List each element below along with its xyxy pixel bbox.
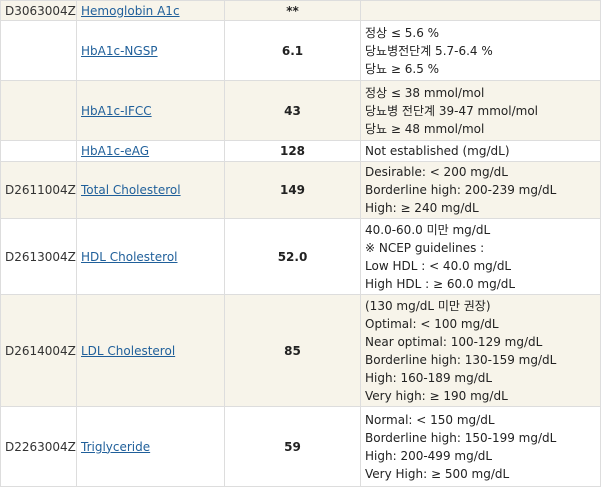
reference-line: Low HDL : < 40.0 mg/dL <box>365 258 512 273</box>
reference-line: 당뇨병 전단계 39-47 mmol/mol <box>365 103 539 118</box>
test-name-cell: HbA1c-eAG <box>76 140 225 162</box>
test-code-cell <box>0 80 77 141</box>
test-name-cell: Hemoglobin A1c <box>76 0 225 21</box>
reference-line: High: 160-189 mg/dL <box>365 370 493 385</box>
reference-line: ※ NCEP guidelines : <box>365 240 485 255</box>
reference-line: Optimal: < 100 mg/dL <box>365 316 499 331</box>
table-row: HbA1c-eAG 128 Not established (mg/dL) <box>0 140 601 162</box>
reference-line: 정상 ≤ 5.6 % <box>365 25 440 40</box>
reference-line: High: 200-499 mg/dL <box>365 448 493 463</box>
test-name-cell: LDL Cholesterol <box>76 294 225 407</box>
reference-line: 당뇨 ≥ 6.5 % <box>365 61 440 76</box>
reference-line: Borderline high: 150-199 mg/dL <box>365 430 557 445</box>
test-name-link[interactable]: Hemoglobin A1c <box>81 4 180 18</box>
reference-line: Very High: ≥ 500 mg/dL <box>365 466 510 481</box>
test-name-cell: Triglyceride <box>76 406 225 487</box>
reference-range-cell: 정상 ≤ 38 mmol/mol 당뇨병 전단계 39-47 mmol/mol 당뇨… <box>360 80 601 141</box>
reference-range-cell: Normal: < 150 mg/dL Borderline high: 150-… <box>360 406 601 487</box>
result-value-cell: 52.0 <box>224 218 361 295</box>
table-row: D2263004Z Triglyceride 59 Normal: < 150 mg/… <box>0 406 601 487</box>
test-name-link[interactable]: HbA1c-NGSP <box>81 44 158 58</box>
reference-line: High: ≥ 240 mg/dL <box>365 201 479 215</box>
result-value-cell: 149 <box>224 161 361 219</box>
test-code-cell <box>0 20 77 81</box>
reference-line: 40.0-60.0 미만 mg/dL <box>365 222 491 237</box>
test-code-cell <box>0 140 77 162</box>
reference-range-cell: 정상 ≤ 5.6 % 당뇨병전단계 5.7-6.4 % 당뇨 ≥ 6.5 % <box>360 20 601 81</box>
lab-results-table: D3063004Z Hemoglobin A1c ** HbA1c-NGSP 6.1 정상… <box>0 0 601 487</box>
reference-range-cell: 40.0-60.0 미만 mg/dL ※ NCEP guidelines : Low… <box>360 218 601 295</box>
lab-results-body: D3063004Z Hemoglobin A1c ** HbA1c-NGSP 6.1 정상… <box>0 0 601 487</box>
reference-range-cell: Desirable: < 200 mg/dL Borderline high: 2… <box>360 161 601 219</box>
reference-range-cell: (130 mg/dL 미만 권장) Optimal: < 100 mg/dL Nea… <box>360 294 601 407</box>
reference-range-cell: Not established (mg/dL) <box>360 140 601 162</box>
reference-range-cell <box>360 0 601 21</box>
reference-line: 당뇨 ≥ 48 mmol/mol <box>365 121 485 136</box>
test-name-link[interactable]: HbA1c-eAG <box>81 144 149 158</box>
reference-line: Borderline high: 130-159 mg/dL <box>365 352 557 367</box>
reference-line: Borderline high: 200-239 mg/dL <box>365 183 557 197</box>
result-value-cell: 43 <box>224 80 361 141</box>
reference-line: Near optimal: 100-129 mg/dL <box>365 334 543 349</box>
test-code-cell: D2613004Z <box>0 218 77 295</box>
test-name-link[interactable]: LDL Cholesterol <box>81 344 175 358</box>
reference-line: Very high: ≥ 190 mg/dL <box>365 388 508 403</box>
test-name-link[interactable]: HDL Cholesterol <box>81 250 178 264</box>
result-value-cell: ** <box>224 0 361 21</box>
table-row: HbA1c-IFCC 43 정상 ≤ 38 mmol/mol 당뇨병 전단계 39-4… <box>0 80 601 141</box>
reference-line: High HDL : ≥ 60.0 mg/dL <box>365 276 516 291</box>
reference-line: 당뇨병전단계 5.7-6.4 % <box>365 43 493 58</box>
test-name-link[interactable]: Total Cholesterol <box>81 183 181 197</box>
test-code-cell: D2263004Z <box>0 406 77 487</box>
result-value-cell: 128 <box>224 140 361 162</box>
reference-line: Not established (mg/dL) <box>365 144 510 158</box>
table-row: D2613004Z HDL Cholesterol 52.0 40.0-60.0 미만… <box>0 218 601 295</box>
test-name-cell: Total Cholesterol <box>76 161 225 219</box>
reference-line: Normal: < 150 mg/dL <box>365 412 495 427</box>
test-name-cell: HbA1c-IFCC <box>76 80 225 141</box>
result-value-cell: 6.1 <box>224 20 361 81</box>
reference-line: (130 mg/dL 미만 권장) <box>365 298 491 313</box>
table-row: D2614004Z LDL Cholesterol 85 (130 mg/dL 미만 … <box>0 294 601 407</box>
table-row: D3063004Z Hemoglobin A1c ** <box>0 0 601 21</box>
test-code-cell: D3063004Z <box>0 0 77 21</box>
test-code-cell: D2614004Z <box>0 294 77 407</box>
test-name-cell: HDL Cholesterol <box>76 218 225 295</box>
reference-line: Desirable: < 200 mg/dL <box>365 165 508 179</box>
table-row: D2611004Z Total Cholesterol 149 Desirable: … <box>0 161 601 219</box>
test-name-cell: HbA1c-NGSP <box>76 20 225 81</box>
reference-line: 정상 ≤ 38 mmol/mol <box>365 85 485 100</box>
test-name-link[interactable]: HbA1c-IFCC <box>81 104 152 118</box>
test-name-link[interactable]: Triglyceride <box>81 440 150 454</box>
test-code-cell: D2611004Z <box>0 161 77 219</box>
result-value-cell: 59 <box>224 406 361 487</box>
result-value-cell: 85 <box>224 294 361 407</box>
table-row: HbA1c-NGSP 6.1 정상 ≤ 5.6 % 당뇨병전단계 5.7-6.4 % 당… <box>0 20 601 81</box>
